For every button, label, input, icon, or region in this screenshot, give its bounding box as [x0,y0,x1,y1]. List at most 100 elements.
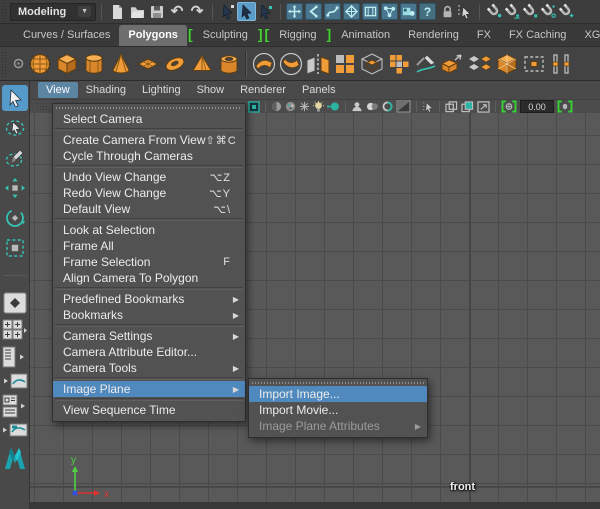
menu-item-select-camera[interactable]: Select Camera [53,111,245,127]
border-edge-icon[interactable] [520,50,547,78]
tab-polygons[interactable]: Polygons [119,25,187,46]
tab-rigging[interactable]: Rigging [270,25,325,46]
poly-sphere-icon[interactable] [26,50,53,78]
isolate-select-icon[interactable] [248,100,260,113]
panel-menu-view[interactable]: View [38,82,78,98]
layout-four-view-button[interactable] [2,394,28,418]
curve-tool-icon[interactable] [324,3,341,20]
menu-item-image-plane[interactable]: Image Plane▶ [53,381,245,397]
lasso-select-tool[interactable] [2,115,28,141]
shaded-mode-icon[interactable] [271,100,282,113]
node-network-icon[interactable] [381,3,398,20]
poly-torus-icon[interactable] [161,50,188,78]
new-scene-icon[interactable] [107,2,127,22]
ambient-occlusion-icon[interactable] [366,100,379,113]
default-lighting-icon[interactable] [313,100,324,113]
shadows-icon[interactable] [351,100,363,113]
smooth-cube-icon[interactable] [493,50,520,78]
highlight-selection-icon[interactable] [456,2,474,22]
chevron-down-icon[interactable]: ▼ [78,6,91,17]
tab-fx[interactable]: FX [468,25,500,46]
poly-pyramid-icon[interactable] [188,50,215,78]
menu-item-camera-settings[interactable]: Camera Settings▶ [53,328,245,344]
sculpt-smooth-icon[interactable] [250,50,277,78]
tab-rendering[interactable]: Rendering [399,25,468,46]
menu-item-import-image[interactable]: Import Image... [249,386,427,402]
select-component-icon[interactable] [256,2,275,21]
quad-draw-icon[interactable] [385,50,412,78]
poly-cylinder-icon[interactable] [80,50,107,78]
tab-xgen[interactable]: XGen [575,25,600,46]
poly-pipe-icon[interactable] [215,50,242,78]
subdivide-grid-icon[interactable] [331,50,358,78]
panel-menu-lighting[interactable]: Lighting [134,82,189,98]
menu-item-cycle-through-cameras[interactable]: Cycle Through Cameras [53,148,245,164]
snap-point-icon[interactable] [521,2,539,22]
menu-item-view-sequence-time[interactable]: View Sequence Time [53,402,245,418]
mirror-geometry-icon[interactable] [466,50,493,78]
menu-item-frame-all[interactable]: Frame All [53,238,245,254]
panel-menu-renderer[interactable]: Renderer [232,82,294,98]
menu-item-camera-attribute-editor[interactable]: Camera Attribute Editor... [53,344,245,360]
layout-outliner-pane-button[interactable] [2,346,28,368]
render-tool-icon[interactable] [400,3,417,20]
menu-set-selector[interactable]: Modeling ▼ [10,3,96,21]
save-scene-icon[interactable] [147,2,167,22]
textured-mode-icon[interactable] [285,100,296,113]
lattice-tool-icon[interactable] [343,3,360,20]
snap-projected-center-icon[interactable] [539,2,557,22]
symmetry-icon[interactable] [547,50,574,78]
poly-cone-icon[interactable] [107,50,134,78]
rotate-tool[interactable] [2,205,28,231]
menu-item-predefined-bookmarks[interactable]: Predefined Bookmarks▶ [53,291,245,307]
snap-curve-icon[interactable] [503,2,521,22]
anti-alias-icon[interactable] [382,100,393,113]
menu-item-default-view[interactable]: Default View⌥\ [53,201,245,217]
overscan-field[interactable]: 0.00 [520,100,554,113]
move-tool-icon[interactable] [286,3,303,20]
paint-select-tool[interactable] [2,145,28,171]
multi-cut-icon[interactable] [412,50,439,78]
drag-handle[interactable] [1,2,8,22]
film-tool-icon[interactable] [362,3,379,20]
menu-tearoff-handle[interactable] [252,382,424,384]
snap-view-plane-icon[interactable] [557,2,575,22]
menu-item-create-camera-from-view[interactable]: Create Camera From View⇧⌘C [53,132,245,148]
tab-sculpting[interactable]: Sculpting [194,25,257,46]
poly-cube-icon[interactable] [53,50,80,78]
maximize-viewport-icon[interactable] [477,100,490,113]
select-object-icon[interactable] [237,2,256,21]
layout-four-pane-button[interactable] [2,319,28,341]
extrude-icon[interactable] [439,50,466,78]
scene-lights-icon[interactable] [327,100,340,113]
help-icon[interactable]: ? [419,3,436,20]
object-select-mode-icon[interactable] [422,100,434,113]
menu-item-image-plane-attributes[interactable]: Image Plane Attributes▶ [249,418,427,434]
drag-handle[interactable] [1,51,8,77]
select-hierarchy-icon[interactable] [218,2,237,21]
menu-item-redo-view-change[interactable]: Redo View Change⌥Y [53,185,245,201]
panel-menu-show[interactable]: Show [189,82,233,98]
tab-curves-surfaces[interactable]: Curves / Surfaces [14,25,119,46]
menu-item-align-camera-to-polygon[interactable]: Align Camera To Polygon [53,270,245,286]
panel-menu-shading[interactable]: Shading [78,82,134,98]
menu-item-camera-tools[interactable]: Camera Tools▶ [53,360,245,376]
layout-hypershade-button[interactable] [2,423,28,437]
open-scene-icon[interactable] [127,2,147,22]
tab-fx-caching[interactable]: FX Caching [500,25,575,46]
lock-icon[interactable] [438,2,456,22]
wireframe-on-shaded-icon[interactable] [299,100,310,113]
scale-tool[interactable] [2,235,28,261]
move-tool[interactable] [2,175,28,201]
layout-persp-outliner-button[interactable] [2,373,28,389]
undo-icon[interactable]: ↶ [167,2,187,22]
exposure-icon[interactable] [396,100,411,113]
menu-item-look-at-selection[interactable]: Look at Selection [53,222,245,238]
panel-menu-panels[interactable]: Panels [294,82,344,98]
snap-grid-icon[interactable] [485,2,503,22]
angle-snap-icon[interactable] [305,3,322,20]
menu-tearoff-handle[interactable] [56,107,242,109]
redo-icon[interactable]: ↷ [187,2,207,22]
poly-plane-icon[interactable] [134,50,161,78]
layout-single-pane-button[interactable] [3,292,27,314]
